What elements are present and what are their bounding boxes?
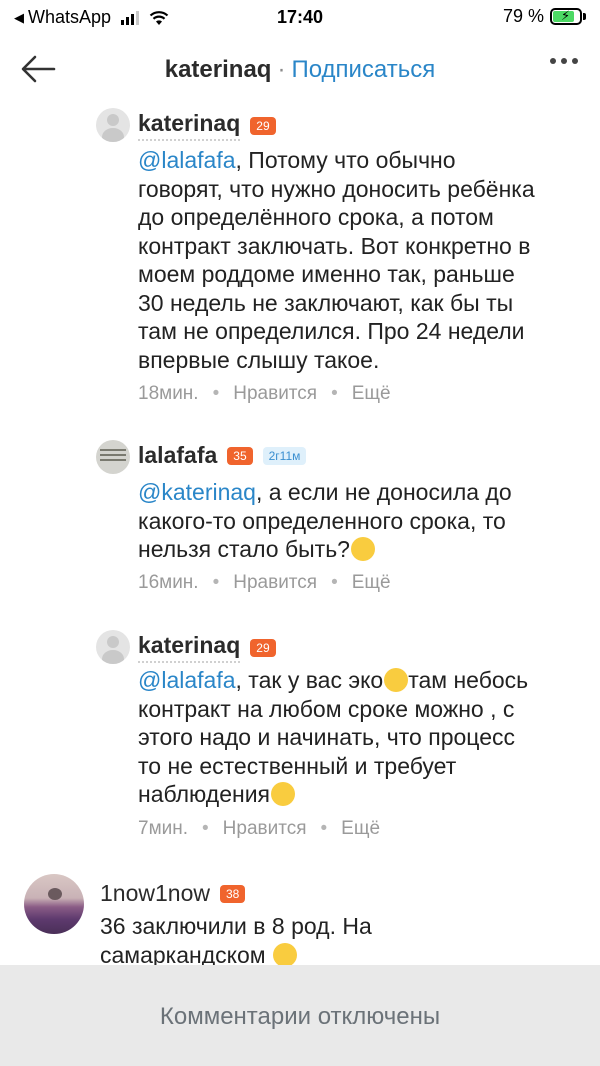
text-line: , Потому что обычно — [235, 147, 456, 173]
like-button[interactable]: Нравится — [233, 383, 317, 405]
comment-text: @lalafafa, так у вас эко там небось контр… — [138, 666, 578, 809]
title-separator: · — [277, 56, 286, 83]
level-badge: 29 — [250, 116, 276, 135]
text-line: до определённого срока, а потом — [138, 204, 494, 230]
comments-disabled-bar: Комментарии отключены — [0, 965, 600, 1066]
text-line: самаркандском — [100, 941, 266, 967]
avatar[interactable] — [96, 440, 130, 474]
text-line: этого надо и начинать, что процесс — [138, 724, 515, 750]
text-line: впервые слышу такое. — [138, 346, 380, 373]
comment-item: katerinaq 29 @lalafafa, так у вас эко там… — [96, 630, 586, 850]
meta-separator: • — [212, 383, 220, 404]
comment-meta: 7мин. • Нравится • Ещё — [138, 818, 380, 840]
battery-tip — [583, 13, 586, 20]
text-line: там небось — [408, 667, 529, 693]
text-line: какого-то определенного срока, то — [138, 507, 506, 534]
avatar[interactable] — [96, 630, 130, 664]
profile-username[interactable]: katerinaq — [165, 56, 272, 83]
level-badge: 35 — [227, 446, 253, 465]
comments-disabled-label: Комментарии отключены — [159, 1003, 441, 1030]
avatar[interactable] — [96, 108, 130, 142]
comment-header: katerinaq 29 — [138, 632, 276, 663]
meta-separator: • — [331, 383, 338, 404]
text-line: , так у вас эко — [235, 667, 384, 693]
battery-status: 79 % ⚡ — [503, 6, 586, 27]
comment-header: 1now1now 38 — [100, 880, 246, 907]
comment-meta: 18мин. • Нравится • Ещё — [138, 383, 391, 405]
charging-icon: ⚡ — [561, 8, 571, 23]
mention-link[interactable]: @lalafafa — [138, 667, 236, 693]
level-badge: 38 — [219, 884, 246, 903]
comment-author[interactable]: lalafafa — [138, 442, 217, 469]
text-line: нельзя стало быть? — [138, 536, 350, 562]
header: katerinaq · Подписаться — [0, 40, 600, 98]
text-line: 30 недель не заключают, как бы ты — [138, 289, 514, 316]
text-line: моем роддоме именно так, раньше — [138, 261, 515, 287]
comment-header: katerinaq 29 — [138, 110, 276, 141]
comment-time: 16мин. — [138, 572, 199, 593]
text-line: то не естественный и требует — [138, 752, 457, 779]
comment-text: @lalafafa, Потому что обычно говорят, чт… — [138, 146, 578, 374]
avatar[interactable] — [24, 874, 84, 934]
more-icon[interactable] — [550, 58, 578, 64]
more-button[interactable]: Ещё — [352, 383, 391, 405]
header-title: katerinaq · Подписаться — [0, 56, 600, 84]
text-line: говорят, что нужно доносить ребёнка — [138, 175, 535, 202]
rofl-emoji-icon — [384, 668, 409, 692]
comment-time: 7мин. — [138, 818, 189, 839]
comment-text: 36 заключили в 8 род. На самаркандском — [100, 912, 540, 966]
text-line: контракт на любом сроке можно , с — [138, 695, 515, 722]
level-badge: 29 — [250, 638, 276, 657]
text-line: контракт заключать. Вот конкретно в — [138, 232, 531, 259]
pregnancy-tag: 2г11м — [262, 446, 307, 465]
comment-header: lalafafa 35 2г11м — [138, 442, 307, 469]
comment-text: @katerinaq, а если не доносила до какого… — [138, 478, 578, 564]
battery-percent: 79 % — [502, 6, 544, 26]
comment-author[interactable]: katerinaq — [138, 632, 241, 663]
like-button[interactable]: Нравится — [233, 572, 317, 594]
comment-item: katerinaq 29 @lalafafa, Потому что обычн… — [96, 108, 586, 408]
comment-item: lalafafa 35 2г11м @katerinaq, а если не … — [96, 440, 586, 600]
laughing-tears-emoji-icon — [271, 782, 296, 806]
meta-separator: • — [202, 818, 209, 839]
mention-link[interactable]: @lalafafa — [138, 147, 236, 173]
comment-author[interactable]: 1now1now — [100, 880, 210, 907]
like-button[interactable]: Нравится — [223, 818, 307, 840]
text-line: 36 заключили в 8 род. На — [100, 913, 372, 939]
comment-time: 18мин. — [138, 383, 199, 404]
battery-icon: ⚡ — [550, 8, 582, 25]
mention-link[interactable]: @katerinaq — [138, 479, 256, 505]
subscribe-button[interactable]: Подписаться — [291, 56, 435, 83]
more-button[interactable]: Ещё — [352, 572, 391, 594]
status-bar: ◀ WhatsApp 17:40 79 % ⚡ — [0, 0, 600, 36]
smiling-emoji-icon — [272, 942, 297, 966]
text-line: , а если не доносила до — [255, 479, 512, 505]
comment-author[interactable]: katerinaq — [138, 110, 241, 141]
meta-separator: • — [331, 572, 338, 593]
comment-meta: 16мин. • Нравится • Ещё — [138, 572, 391, 594]
more-button[interactable]: Ещё — [341, 818, 380, 840]
text-line: там не определился. Про 24 недели — [138, 318, 525, 344]
comment-item: 1now1now 38 36 заключили в 8 род. На сам… — [24, 874, 584, 966]
meta-separator: • — [212, 572, 220, 593]
grinning-emoji-icon — [350, 537, 375, 561]
meta-separator: • — [320, 818, 328, 839]
text-line: наблюдения — [138, 781, 271, 807]
